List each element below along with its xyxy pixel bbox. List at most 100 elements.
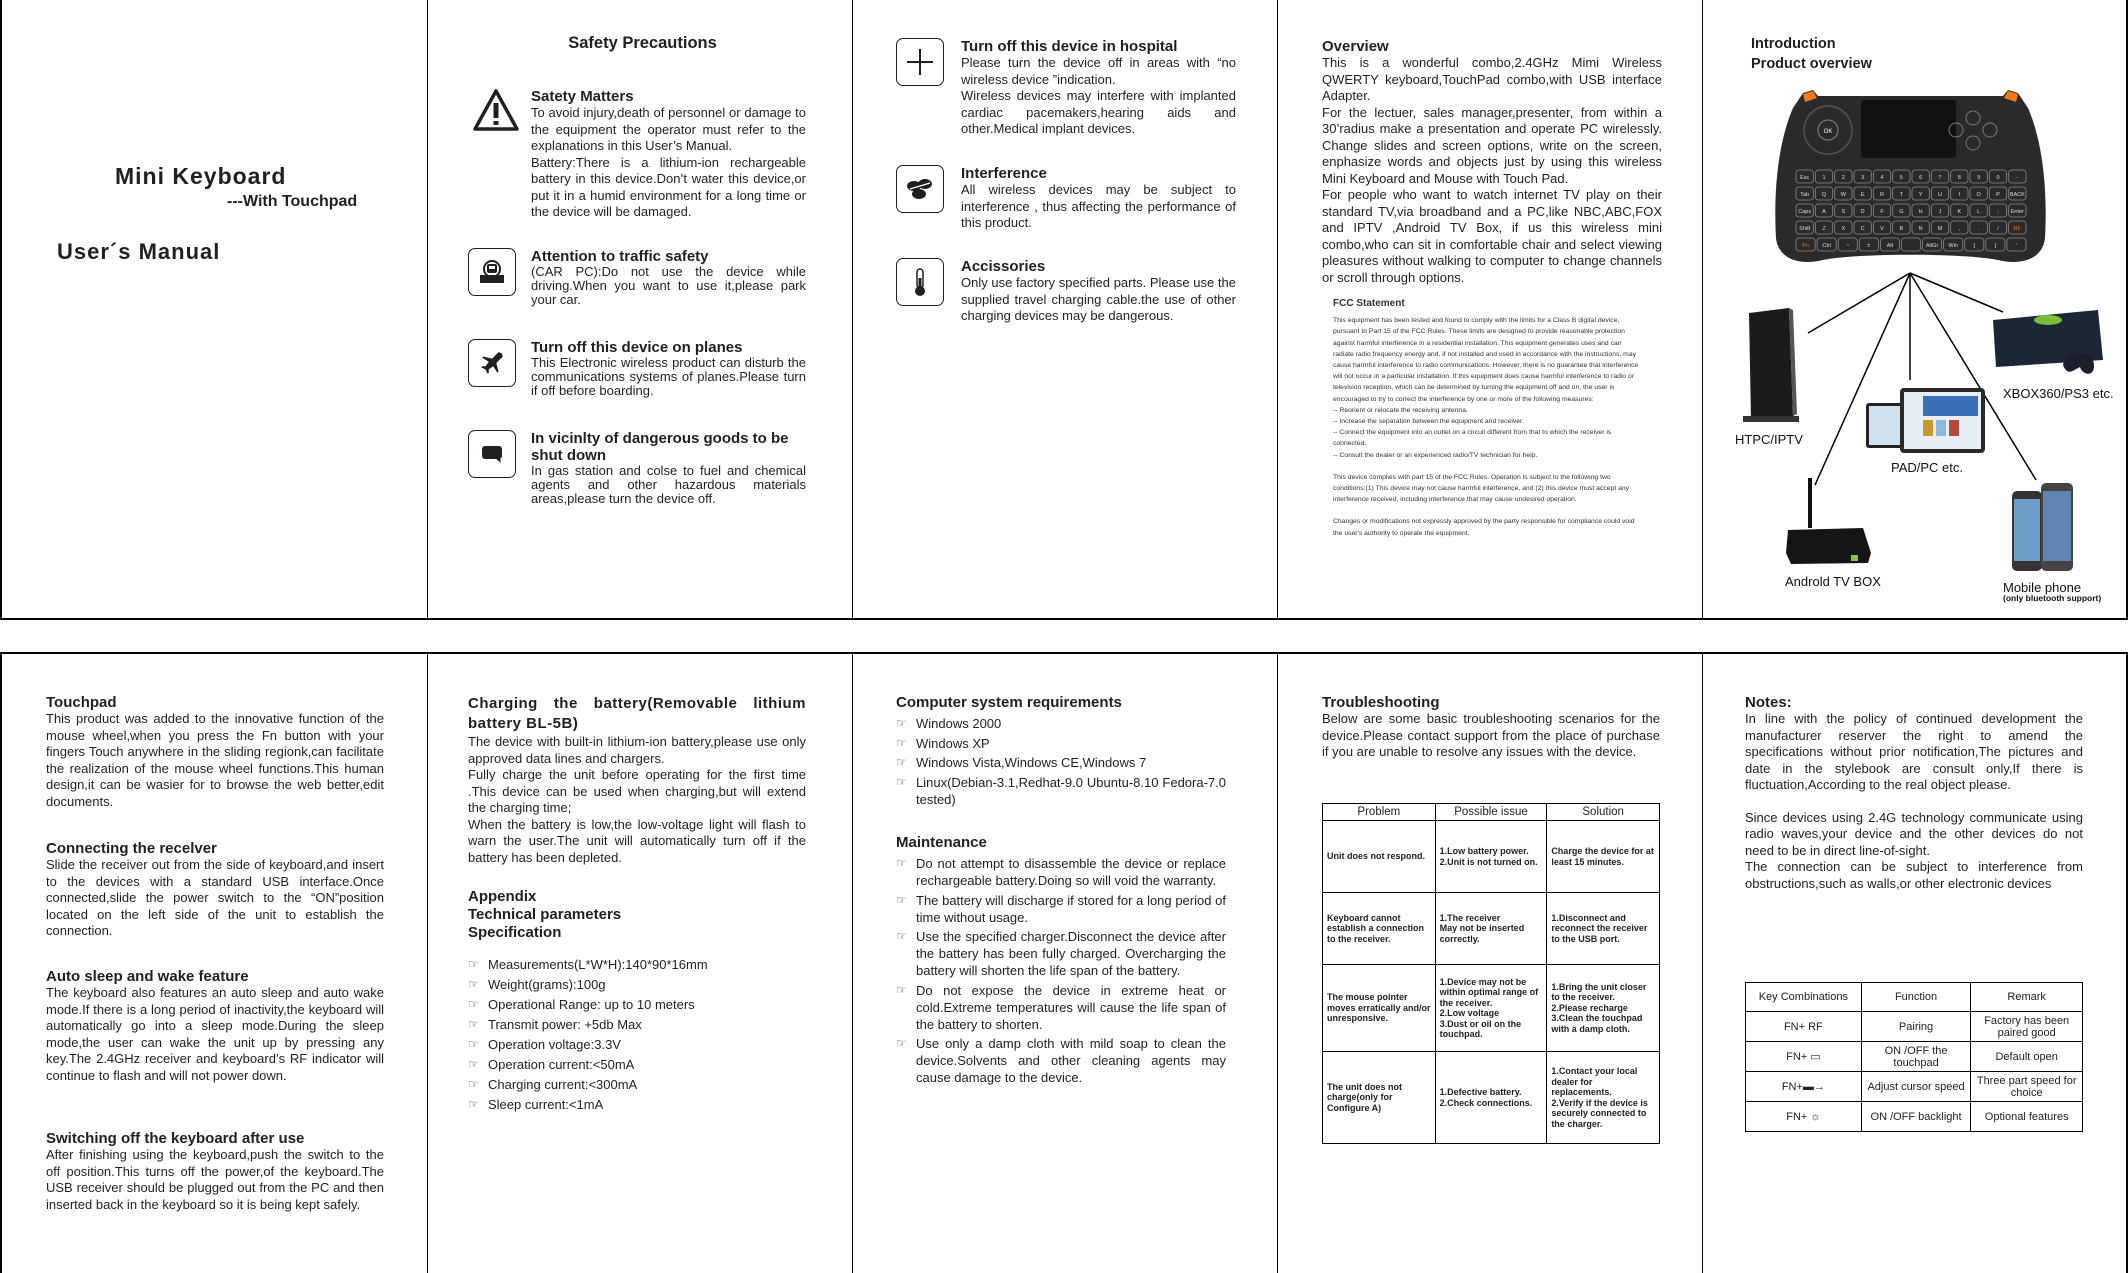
table-header: Remark	[1970, 982, 2083, 1012]
fcc-measure: -- Reorient or relocate the receiving an…	[1333, 406, 1468, 414]
section-body: The keyboard also features an auto sleep…	[46, 985, 384, 1083]
list-item-text: Weight(grams):100g	[488, 977, 606, 992]
table-row: The unit does not charge(only for Config…	[1322, 1051, 1660, 1144]
safety-section-traffic: Attention to traffic safety (CAR PC):Do …	[531, 248, 806, 307]
notes-p3: The connection can be subject to interfe…	[1745, 859, 2083, 891]
maintenance-item: ☞ Use the specified charger.Disconnect th…	[896, 928, 1226, 979]
device-label-htpc: HTPC/IPTV	[1735, 432, 1803, 447]
fcc-paragraph-2: This device complies with part 15 of the…	[1333, 473, 1630, 504]
xbox-image	[1988, 305, 2113, 380]
introduction-panel: Introduction Product overview OK Esc 1 2 3 4…	[1702, 0, 2126, 618]
auto-sleep-section: Auto sleep and wake feature The keyboard…	[46, 968, 384, 1084]
section-title: Satety Matters	[531, 88, 634, 105]
android-box-image	[1783, 478, 1873, 566]
requirement-item: ☞ Windows XP	[896, 735, 1226, 752]
table-cell: 1.Bring the unit closer to the receiver.…	[1546, 964, 1660, 1052]
table-cell: 1.Low battery power. 2.Unit is not turne…	[1434, 820, 1548, 893]
pointing-hand-icon: ☞	[468, 1037, 479, 1051]
section-title: Turn off this device in hospital	[961, 38, 1178, 55]
charging-p2: Fully charge the unit before operating f…	[468, 767, 806, 815]
table-cell: 1.The receiver May not be inserted corre…	[1434, 892, 1548, 965]
appendix-title: Appendix	[468, 888, 537, 905]
table-cell: The mouse pointer moves erratically and/…	[1322, 964, 1436, 1052]
list-item-text: Windows 2000	[916, 716, 1002, 731]
maintenance-list: ☞ Do not attempt to disassemble the devic…	[896, 855, 1226, 1086]
requirements-panel: Computer system requirements ☞ Windows 20…	[852, 654, 1277, 1273]
table-row: Unit does not respond. 1.Low battery powe…	[1322, 820, 1660, 893]
pointing-hand-icon: ☞	[468, 1017, 479, 1031]
airplane-icon	[468, 339, 516, 387]
spec-list: ☞ Measurements(L*W*H):140*90*16mm ☞ Weight(…	[468, 956, 806, 1113]
section-body: To avoid injury,death of personnel or da…	[531, 105, 806, 153]
connecting-section: Connecting the recelver Slide the receiv…	[46, 840, 384, 940]
safety-panel: Safety Precautions Satety Matters To avo…	[427, 0, 852, 618]
fcc-statement: FCC Statement This equipment has been te…	[1333, 298, 1643, 539]
section-title: In vicinlty of dangerous goods to be shu…	[531, 430, 789, 464]
list-item-text: Linux(Debian-3.1,Redhat-9.0 Ubuntu-8.10 …	[916, 774, 1226, 807]
table-cell: FN+ ☼	[1745, 1101, 1862, 1132]
table-cell: Charge the device for at least 15 minute…	[1546, 820, 1660, 893]
notes-p2: Since devices using 2.4G technology comm…	[1745, 809, 2083, 858]
list-item-text: Windows XP	[916, 735, 990, 751]
table-cell: ON /OFF backlight	[1860, 1101, 1972, 1132]
list-item-text: Operation current:<50mA	[488, 1057, 635, 1072]
table-cell: Optional features	[1970, 1101, 2083, 1132]
charging-p1: The device with built-in lithium-ion bat…	[468, 734, 806, 766]
table-cell: 1.Disconnect and reconnect the receiver …	[1546, 892, 1660, 965]
spec-item: ☞ Sleep current:<1mA	[468, 1096, 806, 1113]
spec-item: ☞ Charging current:<300mA	[468, 1076, 806, 1093]
pointing-hand-icon: ☞	[896, 929, 907, 943]
section-title: Interference	[961, 165, 1047, 182]
requirement-item: ☞ Windows 2000	[896, 715, 1226, 732]
troubleshooting-section: Troubleshooting Below are some basic tro…	[1322, 694, 1660, 761]
requirements-title: Computer system requirements	[896, 694, 1122, 711]
speech-bubble-icon	[468, 430, 516, 478]
cover-title: Mini Keyboard	[115, 163, 287, 189]
section-title: Turn off this device on planes	[531, 339, 743, 356]
requirement-item: ☞ Linux(Debian-3.1,Redhat-9.0 Ubuntu-8.10…	[896, 774, 1226, 808]
charging-section: Charging the battery(Removable lithium b…	[468, 694, 806, 866]
list-item-text: Use only a damp cloth with mild soap to …	[916, 1036, 1226, 1085]
section-title: Touchpad	[46, 694, 117, 711]
hospital-cross-icon	[896, 38, 944, 86]
table-cell: The unit does not charge(only for Config…	[1322, 1051, 1436, 1144]
table-cell: Three part speed for choice	[1970, 1071, 2083, 1102]
table-row: The mouse pointer moves erratically and/…	[1322, 964, 1660, 1052]
overview-p3: For people who want to watch internet TV…	[1322, 187, 1662, 285]
maintenance-item: ☞ Do not expose the device in extreme hea…	[896, 982, 1226, 1033]
pointing-hand-icon: ☞	[896, 856, 907, 870]
list-item-text: Operation voltage:3.3V	[488, 1037, 621, 1052]
table-cell: Unit does not respond.	[1322, 820, 1436, 893]
overview-p2: For the lectuer, sales manager,presenter…	[1322, 104, 1662, 186]
list-item-text: Do not attempt to disassemble the device…	[916, 856, 1226, 888]
fcc-paragraph-3: Changes or modifications not expressly a…	[1333, 518, 1635, 537]
section-body: Slide the receiver out from the side of …	[46, 857, 384, 938]
list-item-text: The battery will discharge if stored for…	[916, 892, 1226, 925]
section-body-2: Wireless devices may interfere with impl…	[961, 88, 1236, 136]
overview-p1: This is a wonderful combo,2.4GHz Mimi Wi…	[1322, 55, 1662, 103]
notes-title: Notes:	[1745, 694, 1792, 711]
device-note-mobile: (only bluetooth support)	[2003, 593, 2102, 603]
cover-subtitle: ---With Touchpad	[227, 193, 358, 210]
list-item-text: Measurements(L*W*H):140*90*16mm	[488, 957, 708, 972]
warning-triangle-icon	[472, 88, 520, 132]
pointing-hand-icon: ☞	[468, 977, 479, 991]
list-item-text: Do not expose the device in extreme heat…	[916, 982, 1226, 1032]
fcc-measure: -- Increase the separation between the e…	[1333, 418, 1524, 426]
requirements-list: ☞ Windows 2000 ☞ Windows XP ☞ Windows Vista,W…	[896, 715, 1226, 808]
pointing-hand-icon: ☞	[468, 1097, 479, 1111]
table-header: Solution	[1546, 803, 1660, 821]
section-body-2: Battery:There is a lithium-ion rechargea…	[531, 154, 806, 220]
table-cell: 1.Contact your local dealer for replacem…	[1546, 1051, 1660, 1144]
overview-title: Overview	[1322, 38, 1389, 55]
maintenance-item: ☞ Use only a damp cloth with mild soap to…	[896, 1035, 1226, 1086]
section-accessories: Accissories Only use factory specified p…	[961, 258, 1236, 325]
requirements-section: Computer system requirements ☞ Windows 20…	[896, 694, 1226, 810]
safety-section-matters: Satety Matters To avoid injury,death of …	[531, 88, 806, 221]
tablet-image	[1863, 388, 1988, 456]
maintenance-section: Maintenance ☞ Do not attempt to disassemb…	[896, 834, 1226, 1089]
troubleshooting-table: Problem Possible issue Solution Unit doe…	[1322, 803, 1660, 1144]
top-sheet: Mini Keyboard ---With Touchpad User´s Ma…	[0, 0, 2128, 620]
thermometer-icon	[896, 258, 944, 306]
cover-panel: Mini Keyboard ---With Touchpad User´s Ma…	[2, 0, 427, 618]
